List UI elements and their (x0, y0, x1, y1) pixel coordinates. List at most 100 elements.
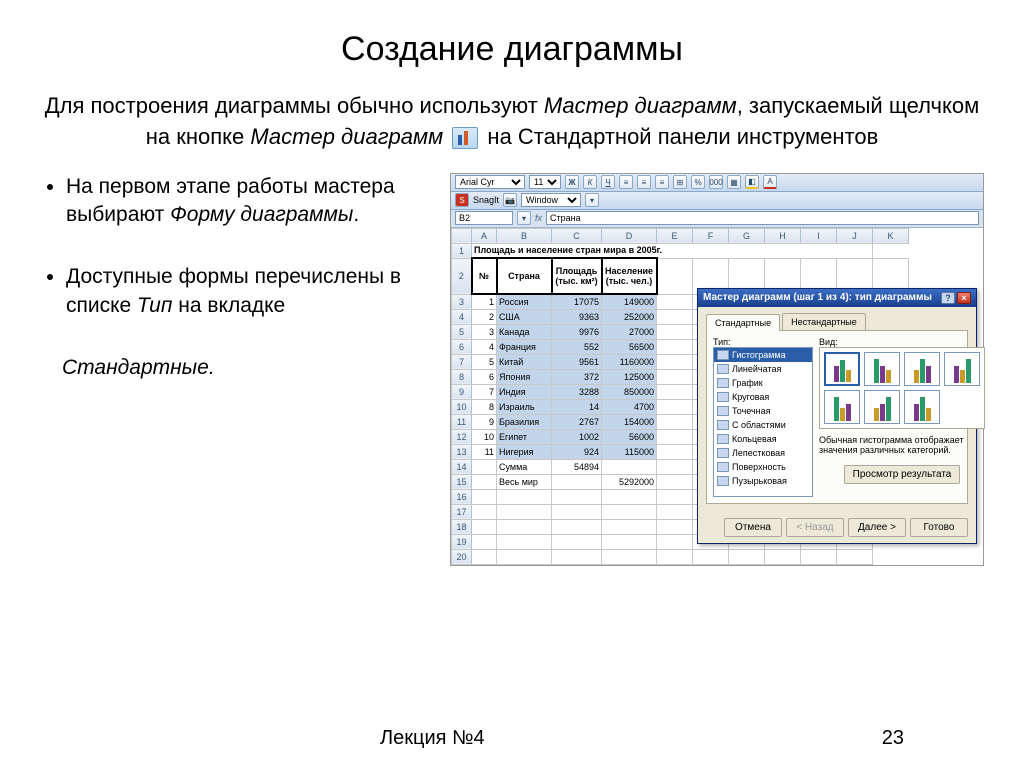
cell[interactable]: 27000 (602, 324, 657, 339)
font-name-select[interactable]: Arial Cyr (455, 175, 525, 189)
cell[interactable]: Израиль (497, 399, 552, 414)
font-size-select[interactable]: 11 (529, 175, 561, 189)
col-header-J[interactable]: J (837, 228, 873, 243)
subtype-2[interactable] (864, 352, 900, 386)
cell[interactable]: США (497, 309, 552, 324)
cell[interactable]: 10 (472, 429, 497, 444)
select-all[interactable] (452, 228, 472, 243)
cell[interactable]: 7 (472, 384, 497, 399)
cell[interactable]: Бразилия (497, 414, 552, 429)
italic-button[interactable]: К (583, 175, 597, 189)
borders-button[interactable]: ▦ (727, 175, 741, 189)
cell[interactable]: Китай (497, 354, 552, 369)
comma-button[interactable]: 000 (709, 175, 723, 189)
snagit-icon[interactable]: S (455, 193, 469, 207)
preview-button[interactable]: Просмотр результата (844, 465, 961, 484)
cell[interactable]: Нигерия (497, 444, 552, 459)
col-header-I[interactable]: I (801, 228, 837, 243)
cell[interactable]: 149000 (602, 294, 657, 309)
cell[interactable]: 252000 (602, 309, 657, 324)
bold-button[interactable]: Ж (565, 175, 579, 189)
cell[interactable]: 17075 (552, 294, 602, 309)
col-header-A[interactable]: A (472, 228, 497, 243)
cell[interactable]: 4700 (602, 399, 657, 414)
align-center-button[interactable]: ≡ (637, 175, 651, 189)
cell[interactable]: 14 (552, 399, 602, 414)
chart-type-list[interactable]: ГистограммаЛинейчатаяГрафикКруговаяТочеч… (713, 347, 813, 497)
align-left-button[interactable]: ≡ (619, 175, 633, 189)
chart-type-item[interactable]: Линейчатая (714, 362, 812, 376)
chart-type-item[interactable]: С областями (714, 418, 812, 432)
cell[interactable]: Канада (497, 324, 552, 339)
cell[interactable]: Египет (497, 429, 552, 444)
col-header-G[interactable]: G (729, 228, 765, 243)
subtype-3[interactable] (904, 352, 940, 386)
fill-color-button[interactable]: ◧ (745, 175, 759, 189)
name-box[interactable]: B2 (455, 211, 513, 225)
cell[interactable]: 2767 (552, 414, 602, 429)
close-button[interactable]: × (957, 292, 971, 304)
col-header-C[interactable]: C (552, 228, 602, 243)
cell[interactable]: Франция (497, 339, 552, 354)
chart-type-item[interactable]: Поверхность (714, 460, 812, 474)
cell[interactable]: 9561 (552, 354, 602, 369)
cell[interactable]: 372 (552, 369, 602, 384)
chart-type-item[interactable]: Кольцевая (714, 432, 812, 446)
finish-button[interactable]: Готово (910, 518, 968, 537)
tab-custom[interactable]: Нестандартные (782, 313, 866, 330)
cell[interactable]: 1002 (552, 429, 602, 444)
cell[interactable]: Япония (497, 369, 552, 384)
dialog-titlebar[interactable]: Мастер диаграмм (шаг 1 из 4): тип диагра… (698, 289, 976, 307)
merge-button[interactable]: ⊞ (673, 175, 687, 189)
snagit-target-select[interactable]: Window (521, 193, 581, 207)
cell[interactable]: 9 (472, 414, 497, 429)
col-header-F[interactable]: F (693, 228, 729, 243)
cell[interactable]: 552 (552, 339, 602, 354)
cell[interactable]: 850000 (602, 384, 657, 399)
cell[interactable]: 125000 (602, 369, 657, 384)
fx-icon[interactable]: fx (535, 213, 542, 223)
snagit-capture-button[interactable]: 📷 (503, 193, 517, 207)
tab-standard[interactable]: Стандартные (706, 314, 780, 331)
cell[interactable]: 154000 (602, 414, 657, 429)
col-header-E[interactable]: E (657, 228, 693, 243)
next-button[interactable]: Далее > (848, 518, 906, 537)
font-color-button[interactable]: A (763, 175, 777, 189)
cell[interactable]: 3 (472, 324, 497, 339)
subtype-6[interactable] (864, 390, 900, 424)
align-right-button[interactable]: ≡ (655, 175, 669, 189)
back-button[interactable]: < Назад (786, 518, 844, 537)
help-button[interactable]: ? (941, 292, 955, 304)
cell[interactable]: 56500 (602, 339, 657, 354)
subtype-5[interactable] (824, 390, 860, 424)
name-box-dropdown[interactable]: ▾ (517, 211, 531, 225)
cell[interactable]: 9363 (552, 309, 602, 324)
col-header-D[interactable]: D (602, 228, 657, 243)
cell[interactable]: Россия (497, 294, 552, 309)
col-header-B[interactable]: B (497, 228, 552, 243)
cell[interactable]: 1160000 (602, 354, 657, 369)
cell[interactable]: 924 (552, 444, 602, 459)
currency-button[interactable]: % (691, 175, 705, 189)
cell[interactable]: 3288 (552, 384, 602, 399)
cell[interactable]: 11 (472, 444, 497, 459)
subtype-4[interactable] (944, 352, 980, 386)
chart-type-item[interactable]: Лепестковая (714, 446, 812, 460)
formula-bar[interactable]: Страна (546, 211, 979, 225)
subtype-7[interactable] (904, 390, 940, 424)
snagit-dropdown[interactable]: ▾ (585, 193, 599, 207)
cell[interactable]: 6 (472, 369, 497, 384)
col-header-H[interactable]: H (765, 228, 801, 243)
cancel-button[interactable]: Отмена (724, 518, 782, 537)
cell[interactable]: 1 (472, 294, 497, 309)
chart-type-item[interactable]: Пузырьковая (714, 474, 812, 488)
underline-button[interactable]: Ч (601, 175, 615, 189)
cell[interactable]: 9976 (552, 324, 602, 339)
chart-type-item[interactable]: Точечная (714, 404, 812, 418)
cell[interactable]: 4 (472, 339, 497, 354)
chart-type-item[interactable]: Круговая (714, 390, 812, 404)
cell[interactable]: Индия (497, 384, 552, 399)
subtype-1[interactable] (824, 352, 860, 386)
cell[interactable]: 8 (472, 399, 497, 414)
chart-type-item[interactable]: Гистограмма (714, 348, 812, 362)
